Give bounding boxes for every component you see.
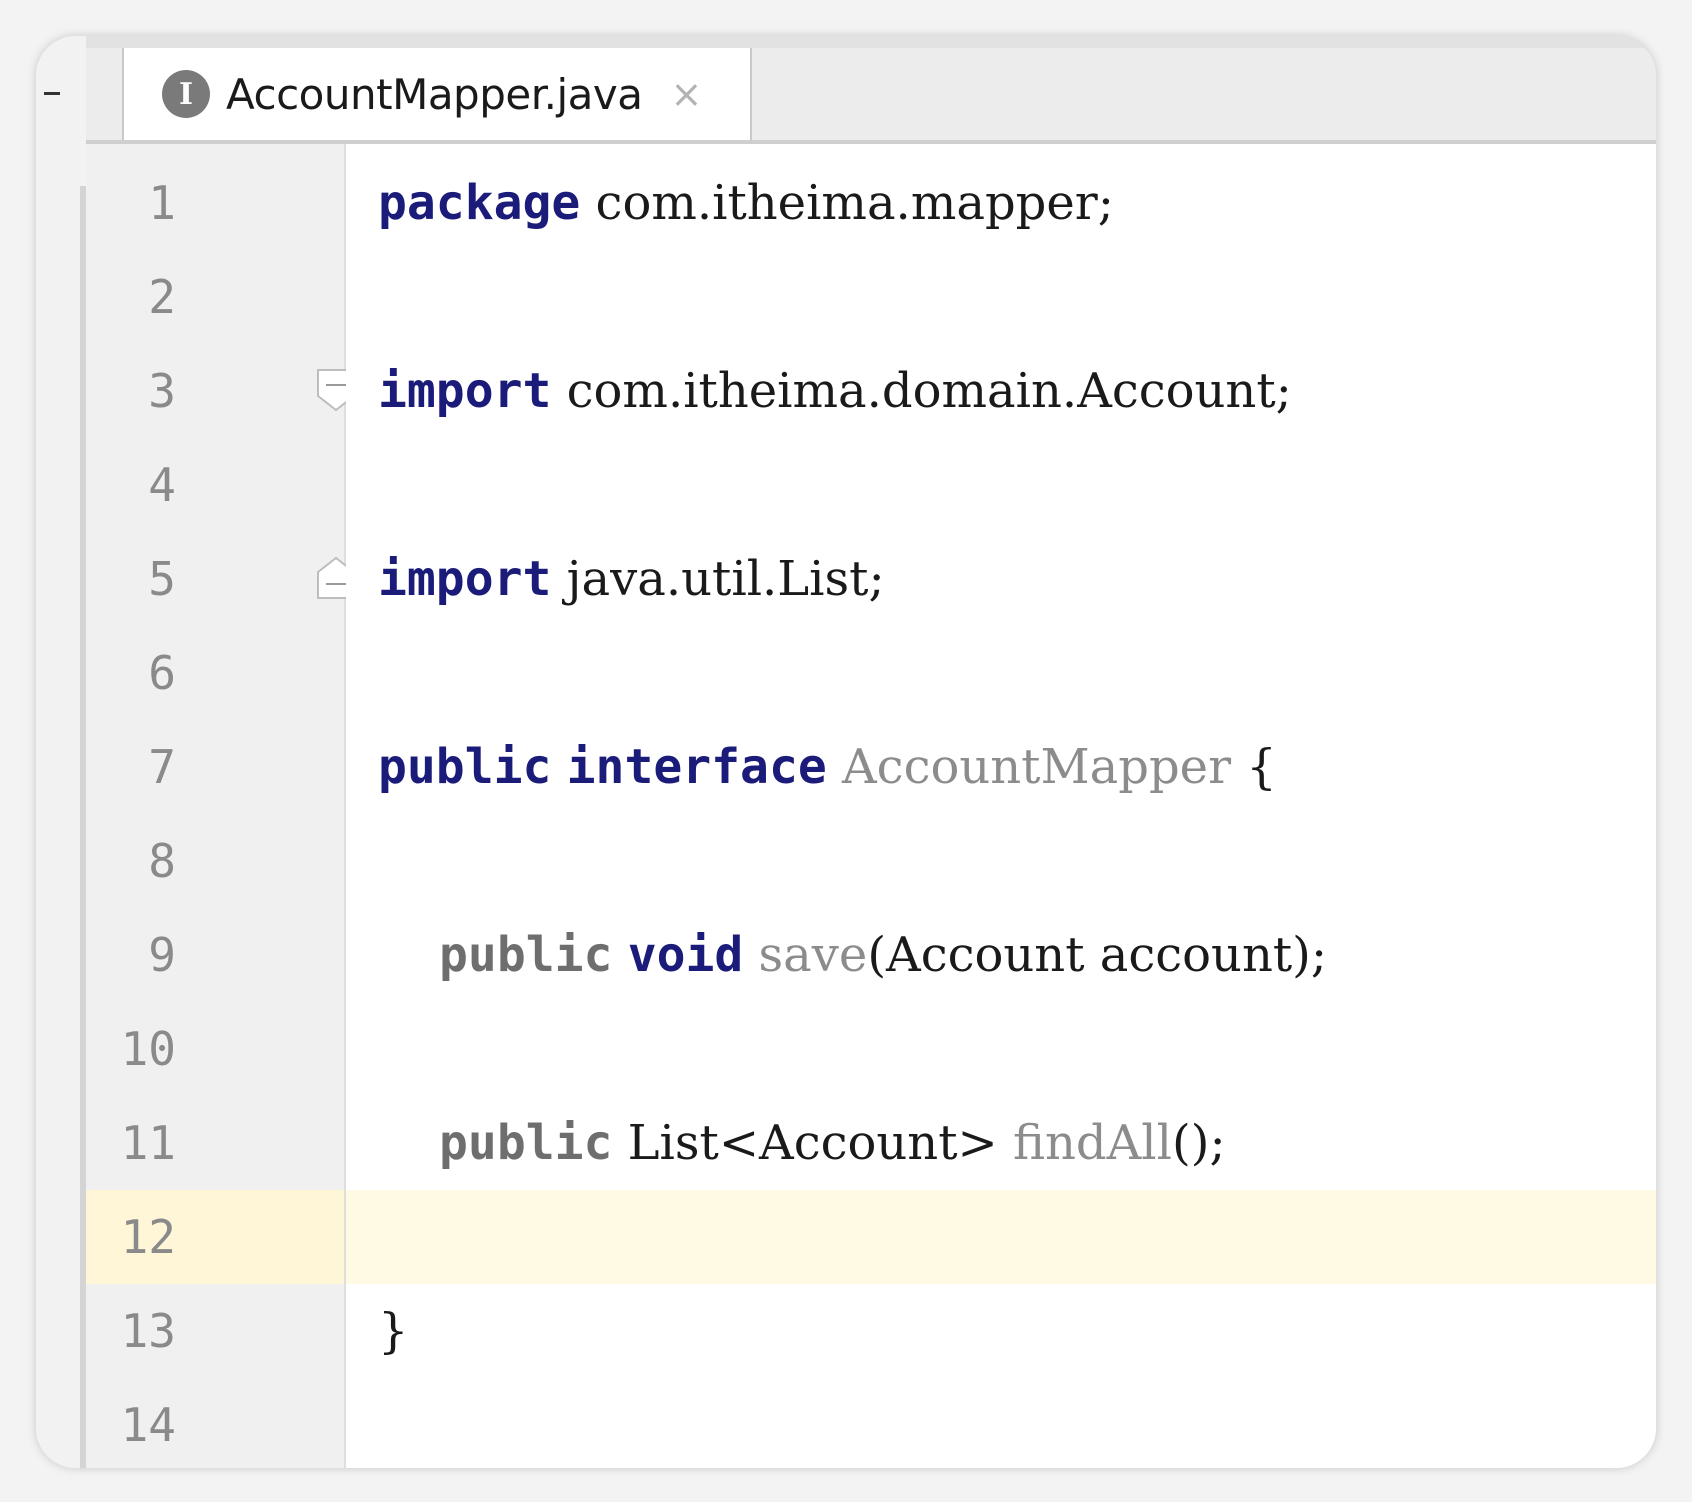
- code-line[interactable]: import com.itheima.domain.Account;: [346, 344, 1656, 438]
- line-number: 5: [148, 552, 176, 606]
- interface-icon: I: [162, 70, 210, 118]
- gutter-line: 7: [86, 720, 344, 814]
- interface-name: AccountMapper: [842, 739, 1232, 795]
- keyword: public: [439, 1115, 613, 1171]
- gutter-line: 4: [86, 438, 344, 532]
- gutter-line: 1: [86, 156, 344, 250]
- gutter-line: 14: [86, 1378, 344, 1468]
- gutter-line: 11: [86, 1096, 344, 1190]
- code-line[interactable]: public List<Account> findAll();: [346, 1096, 1656, 1190]
- code-line[interactable]: import java.util.List;: [346, 532, 1656, 626]
- keyword: import: [378, 363, 552, 419]
- minimize-icon[interactable]: [44, 92, 60, 95]
- code-editor[interactable]: 1 2 3 4 5 6 7 8 9 10 11 12 13 14 package…: [86, 144, 1656, 1468]
- line-number: 3: [148, 364, 176, 418]
- gutter-line: 13: [86, 1284, 344, 1378]
- gutter-line: 2: [86, 250, 344, 344]
- code-line[interactable]: public void save(Account account);: [346, 908, 1656, 1002]
- tab-title: AccountMapper.java: [226, 69, 643, 119]
- line-number: 13: [120, 1304, 176, 1358]
- line-number: 11: [120, 1116, 176, 1170]
- gutter-line: 5: [86, 532, 355, 626]
- gutter-line: 6: [86, 626, 344, 720]
- side-tool-strip: [36, 36, 86, 1468]
- code-area[interactable]: package com.itheima.mapper; import com.i…: [346, 144, 1656, 1468]
- gutter-line: 10: [86, 1002, 344, 1096]
- code-text: List<Account>: [612, 1115, 1013, 1171]
- ide-window: I AccountMapper.java × 1 2 3 4 5 6 7 8 9…: [36, 36, 1656, 1468]
- code-text: (Account account);: [867, 927, 1328, 983]
- line-number: 4: [148, 458, 176, 512]
- code-text: com.itheima.domain.Account;: [551, 363, 1292, 419]
- code-line[interactable]: public interface AccountMapper {: [346, 720, 1656, 814]
- code-line[interactable]: package com.itheima.mapper;: [346, 156, 1656, 250]
- keyword: import: [378, 551, 552, 607]
- code-text: ();: [1172, 1115, 1226, 1171]
- gutter-line: 3: [86, 344, 355, 438]
- keyword: package: [378, 175, 581, 231]
- tab-accountmapper[interactable]: I AccountMapper.java ×: [122, 48, 752, 140]
- line-number: 2: [148, 270, 176, 324]
- close-icon[interactable]: ×: [670, 72, 702, 116]
- keyword: void: [627, 927, 744, 983]
- line-number: 6: [148, 646, 176, 700]
- code-line[interactable]: }: [346, 1284, 1656, 1378]
- editor-tab-bar: I AccountMapper.java ×: [86, 36, 1656, 140]
- gutter-line: 8: [86, 814, 344, 908]
- keyword: public: [378, 739, 552, 795]
- line-number: 10: [120, 1022, 176, 1076]
- line-number: 12: [120, 1210, 176, 1264]
- code-text: }: [378, 1303, 409, 1359]
- line-number-gutter[interactable]: 1 2 3 4 5 6 7 8 9 10 11 12 13 14: [86, 144, 355, 1468]
- gutter-line: 9: [86, 908, 344, 1002]
- line-number: 7: [148, 740, 176, 794]
- current-line-highlight[interactable]: [346, 1190, 1656, 1284]
- keyword: interface: [566, 739, 827, 795]
- line-number: 9: [148, 928, 176, 982]
- keyword: public: [439, 927, 613, 983]
- tab-bar-top-edge: [86, 36, 1656, 48]
- method-name: save: [758, 927, 868, 983]
- code-text: {: [1231, 739, 1277, 795]
- line-number: 14: [120, 1398, 176, 1452]
- line-number: 1: [148, 176, 176, 230]
- code-text: java.util.List;: [551, 551, 885, 607]
- method-name: findAll: [1012, 1115, 1172, 1171]
- line-number: 8: [148, 834, 176, 888]
- code-text: com.itheima.mapper;: [580, 175, 1114, 231]
- gutter-line-current: 12: [86, 1190, 344, 1284]
